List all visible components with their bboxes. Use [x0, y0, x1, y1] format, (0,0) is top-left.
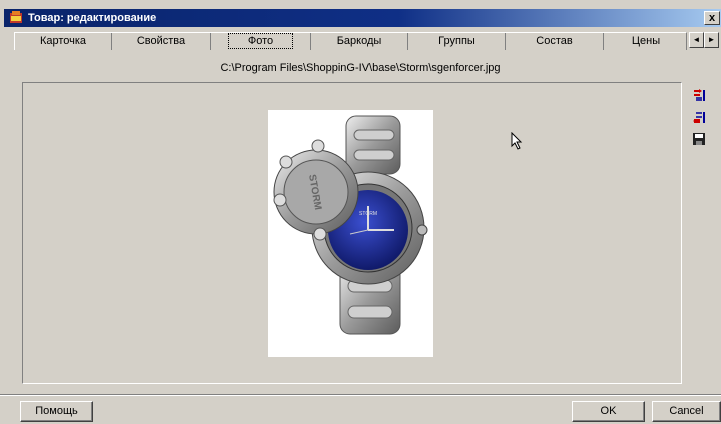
- file-path-label: C:\Program Files\ShoppinG-IV\base\Storm\…: [220, 62, 501, 74]
- product-photo: STORM STORM: [268, 110, 433, 357]
- tab-label: Цены: [631, 35, 661, 47]
- title-bar[interactable]: Товар: редактирование x: [4, 9, 721, 27]
- edit-item-dialog: Товар: редактирование x Карточка Свойств…: [0, 0, 721, 424]
- tab-prices[interactable]: Цены: [604, 33, 688, 50]
- tab-scroll-left-button[interactable]: ◄: [689, 32, 704, 48]
- tab-barcodes[interactable]: Баркоды: [311, 33, 408, 50]
- tab-composition[interactable]: Состав: [506, 33, 604, 50]
- tab-scroll-arrows: ◄ ►: [689, 32, 720, 48]
- app-icon: [10, 11, 22, 23]
- tab-scroll-right-button[interactable]: ►: [704, 32, 719, 48]
- tab-label: Карточка: [39, 35, 87, 47]
- window-title: Товар: редактирование: [28, 12, 157, 24]
- save-image-icon[interactable]: [692, 132, 706, 146]
- tab-groups[interactable]: Группы: [408, 33, 506, 50]
- tab-card[interactable]: Карточка: [15, 33, 112, 50]
- tab-label: Группы: [438, 35, 475, 47]
- watch-dial-brand: STORM: [359, 211, 377, 217]
- clear-image-icon[interactable]: [692, 110, 706, 124]
- ok-button[interactable]: OK: [572, 401, 645, 422]
- tab-strip: Карточка Свойства Фото Баркоды Группы Со…: [14, 32, 687, 50]
- tab-label: Состав: [536, 35, 573, 47]
- help-button[interactable]: Помощь: [20, 401, 93, 422]
- close-button[interactable]: x: [704, 11, 720, 25]
- watch-image: STORM STORM: [273, 115, 428, 335]
- mouse-pointer-icon: [511, 132, 523, 150]
- footer-separator: [0, 394, 721, 396]
- tab-photo[interactable]: Фото: [211, 33, 311, 50]
- tab-properties[interactable]: Свойства: [112, 33, 211, 50]
- cancel-button[interactable]: Cancel: [652, 401, 721, 422]
- load-image-icon[interactable]: [692, 88, 706, 102]
- tab-label: Фото: [227, 33, 294, 49]
- tab-label: Свойства: [136, 35, 186, 47]
- tab-label: Баркоды: [336, 35, 382, 47]
